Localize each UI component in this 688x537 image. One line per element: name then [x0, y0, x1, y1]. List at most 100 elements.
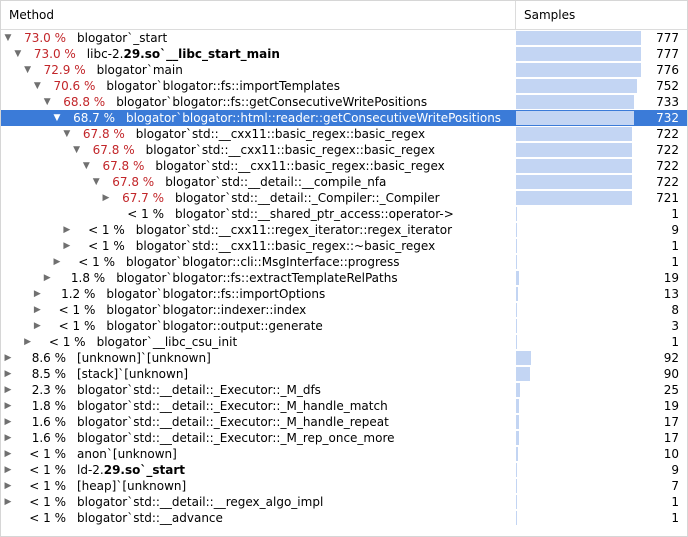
expand-triangle-icon[interactable]: ▶	[3, 350, 13, 366]
tree-row[interactable]: < 1 % blogator`std::__shared_ptr_access::…	[1, 206, 687, 222]
expand-triangle-icon[interactable]: ▶	[3, 462, 13, 478]
expand-triangle-icon[interactable]: ▶	[23, 334, 33, 350]
samples-bar	[516, 303, 518, 317]
method-column-header[interactable]: Method	[1, 1, 516, 29]
expand-triangle-icon[interactable]: ▶	[3, 494, 13, 510]
expand-triangle-icon[interactable]: ▶	[52, 254, 62, 270]
tree-row[interactable]: ▶ < 1 % blogator`__libc_csu_init 1	[1, 334, 687, 350]
method-name: libc-2.29.so`__libc_start_main	[87, 46, 513, 62]
tree-row[interactable]: ▼ 67.8 % blogator`std::__cxx11::basic_rege…	[1, 158, 687, 174]
collapse-triangle-icon[interactable]: ▼	[13, 46, 23, 62]
method-name: blogator`std::__detail::_Executor::_M_ha…	[77, 414, 513, 430]
collapse-triangle-icon[interactable]: ▼	[81, 158, 91, 174]
samples-bar	[516, 143, 633, 157]
percent-value: 73.0 %	[24, 31, 66, 45]
tree-row[interactable]: ▶ < 1 % blogator`blogator::output::generat…	[1, 318, 687, 334]
expand-triangle-icon[interactable]: ▶	[3, 398, 13, 414]
collapse-triangle-icon[interactable]: ▼	[91, 174, 101, 190]
tree-row[interactable]: ▶ < 1 % blogator`std::__cxx11::basic_regex…	[1, 238, 687, 254]
tree-row[interactable]: ▶ 1.2 % blogator`blogator::fs::importOptio…	[1, 286, 687, 302]
samples-bar	[516, 223, 518, 237]
tree-row[interactable]: ▼ 70.6 % blogator`blogator::fs::importTemp…	[1, 78, 687, 94]
percent-value: 1.2 %	[61, 287, 96, 301]
tree-row[interactable]: ▶ 8.5 % [stack]`[unknown] 90	[1, 366, 687, 382]
percent-value: 8.6 %	[31, 351, 66, 365]
expand-triangle-icon[interactable]: ▶	[3, 430, 13, 446]
tree-row[interactable]: ▶ < 1 % blogator`blogator::indexer::index 8	[1, 302, 687, 318]
samples-count: 777	[656, 47, 679, 61]
expand-triangle-icon[interactable]: ▶	[42, 270, 52, 286]
tree-row[interactable]: ▼ 73.0 % blogator`_start 777	[1, 30, 687, 46]
expand-triangle-icon[interactable]: ▶	[3, 446, 13, 462]
method-name-part: blogator`std::__detail::__regex_algo_imp…	[77, 495, 324, 509]
tree-row[interactable]: ▼ 72.9 % blogator`main 776	[1, 62, 687, 78]
samples-bar	[516, 255, 517, 269]
method-name: blogator`_start	[77, 30, 513, 46]
tree-row[interactable]: ▶ 8.6 % [unknown]`[unknown] 92	[1, 350, 687, 366]
expand-triangle-icon[interactable]: ▶	[32, 302, 42, 318]
tree-row[interactable]: ▼ 67.8 % blogator`std::__cxx11::basic_rege…	[1, 142, 687, 158]
samples-column-header[interactable]: Samples	[516, 1, 687, 29]
percent-value: < 1 %	[88, 239, 125, 253]
method-name-part: blogator`std::__detail::_Executor::_M_re…	[77, 431, 395, 445]
percent-value: 67.8 %	[112, 175, 155, 189]
tree-row[interactable]: ▶ < 1 % ld-2.29.so`_start 9	[1, 462, 687, 478]
tree-row[interactable]: ▶ < 1 % blogator`std::__detail::__regex_al…	[1, 494, 687, 510]
samples-count: 9	[671, 223, 679, 237]
samples-count: 19	[663, 271, 679, 285]
tree-row[interactable]: ▶ < 1 % blogator`std::__cxx11::regex_itera…	[1, 222, 687, 238]
tree-row[interactable]: ▼ 67.8 % blogator`std::__detail::__compile…	[1, 174, 687, 190]
collapse-triangle-icon[interactable]: ▼	[52, 110, 62, 126]
method-name: blogator`blogator::output::generate	[106, 318, 513, 334]
samples-bar	[516, 431, 519, 445]
collapse-triangle-icon[interactable]: ▼	[42, 94, 52, 110]
samples-bar	[516, 191, 632, 205]
collapse-triangle-icon[interactable]: ▼	[32, 78, 42, 94]
method-name-part: blogator`blogator::html::reader::getCons…	[126, 111, 502, 125]
tree-row[interactable]: ▼ 73.0 % libc-2.29.so`__libc_start_main 777	[1, 46, 687, 62]
tree-row[interactable]: ▶ < 1 % anon`[unknown] 10	[1, 446, 687, 462]
samples-count: 7	[671, 479, 679, 493]
expand-triangle-icon[interactable]: ▶	[32, 318, 42, 334]
tree-row[interactable]: ▶ 1.6 % blogator`std::__detail::_Executor:…	[1, 414, 687, 430]
method-name-part: blogator`std::__detail::__compile_nfa	[165, 175, 387, 189]
method-name: blogator`blogator::cli::MsgInterface::pr…	[126, 254, 513, 270]
samples-bar	[516, 399, 520, 413]
call-tree-view[interactable]: Method Samples ▼ 73.0 % blogator`_start 777…	[0, 0, 688, 537]
collapse-triangle-icon[interactable]: ▼	[62, 126, 72, 142]
expand-triangle-icon[interactable]: ▶	[101, 190, 111, 206]
samples-bar	[516, 415, 519, 429]
tree-row[interactable]: ▶ < 1 % [heap]`[unknown] 7	[1, 478, 687, 494]
tree-row[interactable]: ▶ < 1 % blogator`blogator::cli::MsgInterfa…	[1, 254, 687, 270]
percent-value: 67.8 %	[92, 143, 135, 157]
collapse-triangle-icon[interactable]: ▼	[23, 62, 33, 78]
expand-triangle-icon[interactable]: ▶	[3, 414, 13, 430]
tree-row[interactable]: ▶ 2.3 % blogator`std::__detail::_Executor:…	[1, 382, 687, 398]
method-name: blogator`std::__detail::_Executor::_M_ha…	[77, 398, 513, 414]
tree-row[interactable]: < 1 % blogator`std::__advance 1	[1, 510, 687, 526]
expand-triangle-icon[interactable]: ▶	[62, 222, 72, 238]
samples-count: 776	[656, 63, 679, 77]
tree-row[interactable]: ▼ 67.8 % blogator`std::__cxx11::basic_rege…	[1, 126, 687, 142]
tree-row[interactable]: ▶ 67.7 % blogator`std::__detail::_Compiler…	[1, 190, 687, 206]
collapse-triangle-icon[interactable]: ▼	[3, 30, 13, 46]
method-name: blogator`blogator::fs::importOptions	[106, 286, 513, 302]
method-name: blogator`std::__detail::_Compiler::_Comp…	[175, 190, 513, 206]
tree-row[interactable]: ▶ 1.8 % blogator`std::__detail::_Executor:…	[1, 398, 687, 414]
expand-triangle-icon[interactable]: ▶	[3, 478, 13, 494]
tree-row[interactable]: ▶ 1.6 % blogator`std::__detail::_Executor:…	[1, 430, 687, 446]
samples-bar	[516, 207, 517, 221]
tree-rows: ▼ 73.0 % blogator`_start 777 ▼ 73.0 % libc-2.2…	[1, 30, 687, 526]
method-name-part: 29.so`__libc_start_main	[123, 47, 280, 61]
tree-row[interactable]: ▼ 68.8 % blogator`blogator::fs::getConsecu…	[1, 94, 687, 110]
method-name: blogator`std::__shared_ptr_access::opera…	[175, 206, 513, 222]
expand-triangle-icon[interactable]: ▶	[3, 366, 13, 382]
tree-row-selected[interactable]: ▼ 68.7 % blogator`blogator::html::reader::…	[1, 110, 687, 126]
samples-bar	[516, 127, 633, 141]
expand-triangle-icon[interactable]: ▶	[32, 286, 42, 302]
expand-triangle-icon[interactable]: ▶	[3, 382, 13, 398]
method-name-part: blogator`std::__shared_ptr_access::opera…	[175, 207, 454, 221]
collapse-triangle-icon[interactable]: ▼	[72, 142, 82, 158]
tree-row[interactable]: ▶ 1.8 % blogator`blogator::fs::extractTemp…	[1, 270, 687, 286]
expand-triangle-icon[interactable]: ▶	[62, 238, 72, 254]
